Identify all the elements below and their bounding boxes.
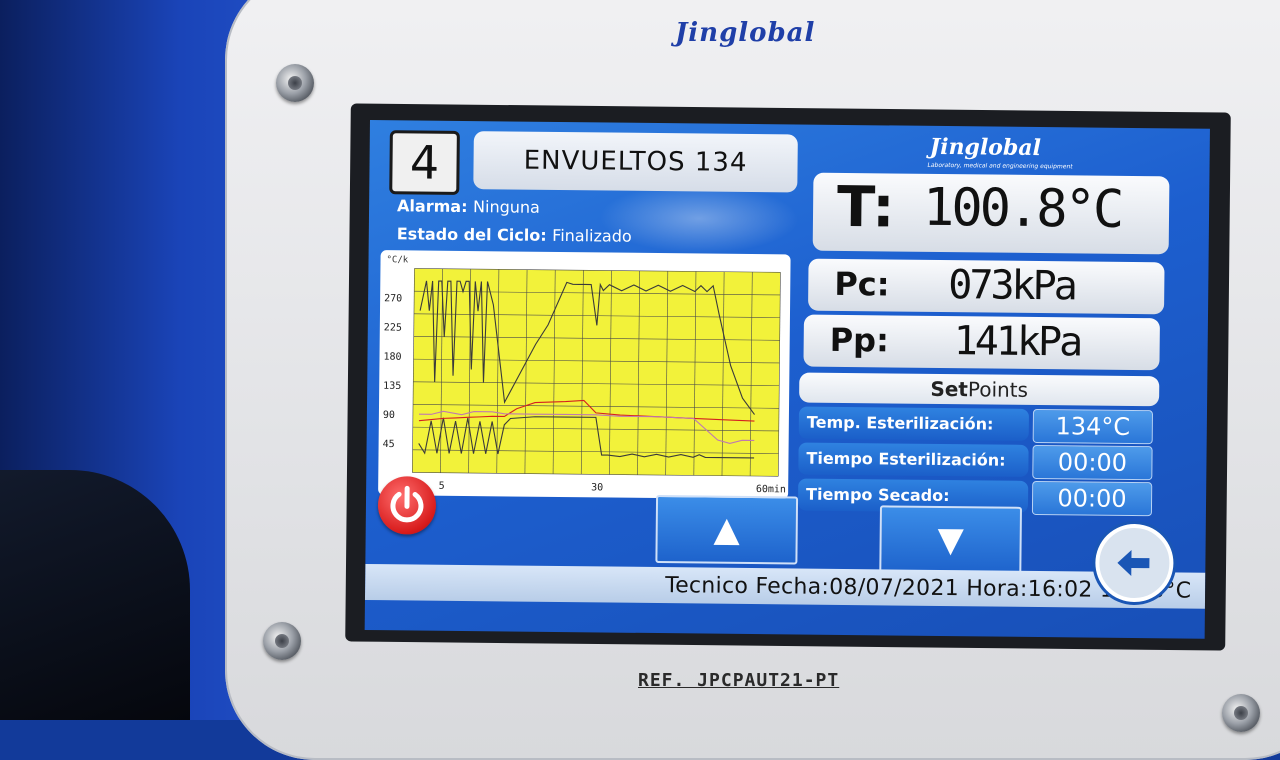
cycle-status: Estado del Ciclo: Finalizado (397, 224, 632, 245)
cycle-chart: °C/k 270 225 180 135 90 45 5 30 60min (378, 250, 791, 499)
program-number: 4 (389, 130, 460, 195)
chamber-pressure-value: 073kPa (948, 262, 1075, 309)
setpoint-value-temperature[interactable]: 134°C (1033, 409, 1153, 444)
down-arrow-icon: ▼ (881, 507, 1020, 572)
setpoint-value-drying-time[interactable]: 00:00 (1032, 481, 1152, 516)
screen-logo-subtext: Laboratory, medical and engineering equi… (928, 162, 1073, 171)
power-button[interactable] (378, 476, 437, 535)
screw-icon (1222, 694, 1260, 732)
chart-y-tick-label: 135 (383, 381, 401, 392)
chart-y-tick-label: 180 (383, 352, 401, 363)
setpoints-rest: Points (968, 377, 1028, 402)
chart-x-tick-label: 30 (591, 482, 603, 493)
alarm-status: Alarma: Ninguna (397, 196, 540, 216)
chart-y-tick-label: 45 (383, 439, 395, 450)
chamber-pressure-label: Pc: (834, 265, 890, 304)
setpoints-header: SetPoints (799, 373, 1159, 407)
jacket-pressure-value: 141kPa (953, 318, 1080, 365)
touch-screen: 4 ENVUELTOS 134 Alarma: Ninguna Estado d… (365, 120, 1210, 639)
temperature-value: 100.8°C (923, 178, 1122, 240)
chart-x-tick-label: 5 (439, 481, 445, 492)
up-arrow-button[interactable]: ▲ (655, 495, 798, 564)
chamber-pressure-readout: Pc: 073kPa (808, 259, 1165, 315)
cycle-value: Finalizado (552, 226, 632, 246)
alarm-label: Alarma: (397, 196, 468, 216)
jacket-pressure-readout: Pp: 141kPa (803, 315, 1160, 371)
down-arrow-button[interactable]: ▼ (879, 505, 1022, 574)
temperature-label: T: (837, 175, 895, 241)
screw-icon (263, 622, 301, 660)
back-arrow-icon (1099, 528, 1170, 599)
setpoint-value-sterilization-time[interactable]: 00:00 (1032, 445, 1152, 480)
brand-logo: Jinglobal (675, 18, 815, 48)
chart-y-tick-label: 270 (384, 293, 402, 304)
jacket-pressure-label: Pp: (830, 321, 890, 360)
setpoint-label-sterilization-time: Tiempo Esterilización: (798, 443, 1028, 477)
cycle-chart-svg: °C/k 270 225 180 135 90 45 5 30 60min (378, 250, 791, 499)
chart-y-unit: °C/k (386, 255, 408, 265)
temperature-readout: T: 100.8°C (813, 173, 1170, 255)
screw-icon (276, 64, 314, 102)
chart-y-tick-label: 225 (384, 322, 402, 333)
screen-logo: Jinglobal (930, 134, 1041, 161)
back-button[interactable] (1095, 524, 1174, 603)
setpoints-bold: Set (930, 377, 968, 401)
cycle-label: Estado del Ciclo: (397, 224, 547, 245)
chart-x-tick-label: 60min (756, 484, 786, 495)
chart-y-tick-label: 90 (383, 410, 395, 421)
power-icon (378, 476, 437, 535)
model-reference-label: REF. JPCPAUT21-PT (638, 670, 839, 691)
program-name-button[interactable]: ENVUELTOS 134 (473, 131, 798, 192)
alarm-value: Ninguna (473, 197, 540, 217)
setpoint-label-temperature: Temp. Esterilización: (799, 407, 1029, 441)
up-arrow-icon: ▲ (657, 497, 796, 562)
chart-plot-area (412, 268, 780, 476)
